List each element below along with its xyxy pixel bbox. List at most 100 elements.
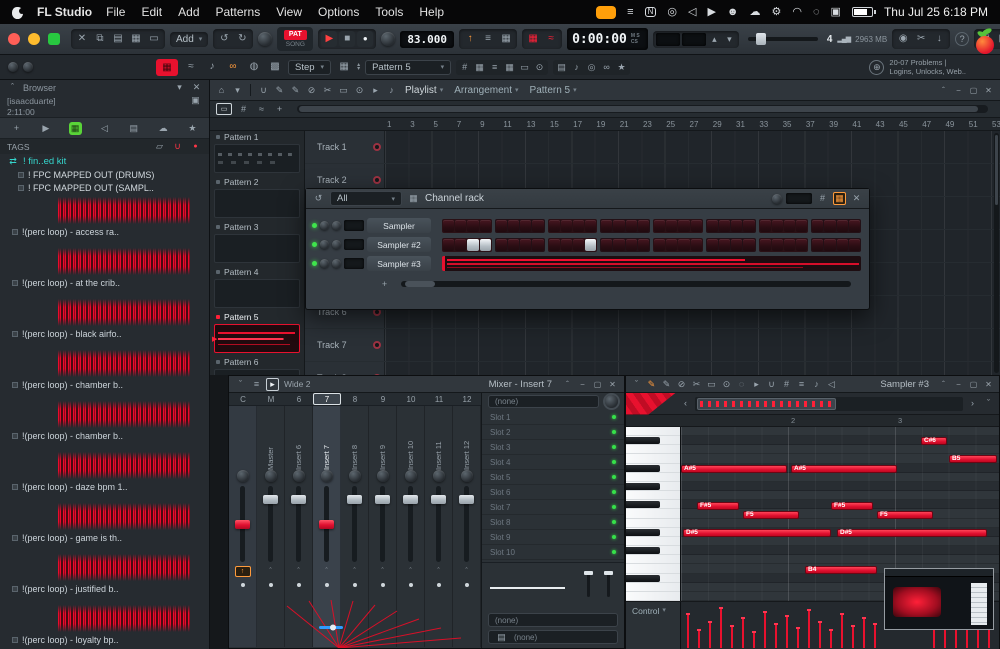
channel-filter[interactable]: All ▾ — [330, 191, 402, 206]
stamp-icon[interactable]: # — [780, 378, 793, 391]
favorites-icon[interactable]: ★ — [186, 122, 199, 135]
search-icon[interactable]: ◌ — [735, 378, 748, 391]
eq-curve[interactable] — [490, 587, 565, 589]
mixer-strip[interactable]: Insert 7 ˆ — [313, 406, 341, 647]
fader-handle[interactable] — [291, 495, 306, 504]
pencil-tool-icon[interactable]: ✎ — [645, 378, 658, 391]
track-row[interactable]: Track 7 — [305, 329, 1000, 362]
piano-note[interactable]: F#5 — [831, 502, 873, 510]
magnet-icon[interactable]: ∪ — [171, 140, 184, 153]
menubar-clock[interactable]: Thu Jul 25 6:18 PM — [884, 5, 988, 19]
kit-folder-item[interactable]: ⇄ ! fin..ed kit — [0, 154, 209, 168]
volume-knob[interactable] — [332, 259, 341, 268]
window-title[interactable]: Mixer - Insert 7 — [489, 379, 552, 390]
mute-tool-icon[interactable]: ⊘ — [675, 378, 688, 391]
mic-icon[interactable]: ◍ — [246, 59, 262, 75]
step-cell[interactable] — [719, 220, 730, 232]
piano-note[interactable]: B4 — [805, 566, 877, 574]
route-arrow-icon[interactable]: ˆ — [291, 566, 307, 577]
scroll-left-icon[interactable]: ‹ — [679, 397, 692, 410]
step-cell[interactable] — [760, 220, 771, 232]
channel-enable-led[interactable] — [312, 223, 317, 228]
record-dot-icon[interactable]: ● — [189, 140, 202, 153]
step-cell[interactable] — [626, 239, 637, 251]
note-icon[interactable]: ♪ — [810, 378, 823, 391]
target-icon[interactable]: ◎ — [585, 61, 598, 74]
apple-menu-icon[interactable] — [12, 6, 23, 19]
menu-help[interactable]: Help — [419, 5, 444, 19]
mixer-slot[interactable]: Slot 8 — [482, 515, 624, 530]
volume-fader[interactable] — [380, 486, 385, 562]
velocity-line[interactable] — [775, 624, 777, 648]
main-volume-slider[interactable] — [748, 37, 818, 41]
list-item[interactable]: !(perc loop) - chamber b.. — [0, 401, 209, 449]
quantize-icon[interactable]: ♪ — [570, 61, 583, 74]
mixer-strip[interactable]: ↑ — [229, 406, 257, 647]
mixer-strip[interactable]: Insert 12 ˆ — [453, 406, 481, 647]
piano-key-black[interactable] — [626, 529, 660, 536]
volume-fader[interactable] — [408, 486, 413, 562]
pan-knob[interactable] — [320, 221, 329, 230]
track-name[interactable]: Track 7 — [305, 329, 385, 361]
step-cell[interactable] — [707, 220, 718, 232]
pan-knob[interactable] — [265, 470, 277, 482]
minimize-button[interactable]: − — [576, 378, 589, 390]
record-button[interactable]: ● — [357, 31, 373, 47]
menu-patterns[interactable]: Patterns — [216, 5, 261, 19]
step-cell[interactable] — [772, 220, 783, 232]
mixer-track-number[interactable]: 7 — [313, 393, 341, 405]
step-grid-icon[interactable]: ▦ — [833, 192, 846, 205]
close-window-button[interactable] — [8, 33, 20, 45]
pattern-picker[interactable]: Pattern 5 — [530, 85, 571, 96]
swing-knob[interactable] — [23, 62, 33, 72]
maximize-button[interactable]: ▢ — [591, 378, 604, 390]
mixer-strip[interactable]: Master ˆ — [257, 406, 285, 647]
preview-speaker-icon[interactable]: ◁ — [825, 378, 838, 391]
eq-mini-fader[interactable] — [607, 571, 610, 597]
playlist-title[interactable]: Playlist — [405, 85, 437, 96]
track-lane[interactable] — [385, 131, 1000, 163]
step-cell[interactable] — [573, 220, 584, 232]
scrollbar-handle[interactable] — [405, 281, 435, 287]
fader-handle[interactable] — [375, 495, 390, 504]
step-cell[interactable] — [532, 220, 543, 232]
step-cell[interactable] — [812, 220, 823, 232]
help-icon[interactable]: ? — [955, 32, 969, 46]
mixer-strip[interactable]: Insert 11 ˆ — [425, 406, 453, 647]
tempo-display[interactable]: 83.000 — [400, 31, 454, 48]
step-cell[interactable] — [731, 239, 742, 251]
velocity-line[interactable] — [687, 614, 689, 648]
velocity-line[interactable] — [731, 626, 733, 648]
velocity-line[interactable] — [742, 618, 744, 648]
route-arrow-icon[interactable]: ˆ — [319, 566, 335, 577]
pattern-item[interactable]: Pattern 4 — [210, 266, 304, 308]
slot-led[interactable] — [612, 490, 616, 494]
pattern-item[interactable]: Pattern 6 — [210, 356, 304, 375]
mixer-slot[interactable]: Slot 3 — [482, 440, 624, 455]
volume-fader[interactable] — [268, 486, 273, 562]
overview-track[interactable] — [695, 397, 963, 411]
brush-tool-icon[interactable]: ✎ — [289, 84, 302, 97]
typing-keyboard-icon[interactable]: ▩ — [267, 59, 283, 75]
minimize-button[interactable]: − — [952, 84, 965, 96]
select-tool-icon[interactable]: ▭ — [705, 378, 718, 391]
pan-knob[interactable] — [237, 470, 249, 482]
pan-knob[interactable] — [320, 240, 329, 249]
list-item[interactable]: ! FPC MAPPED OUT (SAMPL.. — [0, 181, 209, 194]
step-cell[interactable] — [549, 220, 560, 232]
scissors-icon[interactable]: ✂ — [913, 31, 929, 47]
step-cell[interactable] — [743, 239, 754, 251]
step-cell[interactable] — [549, 239, 560, 251]
view-mode-icon[interactable]: ▸ — [266, 378, 279, 391]
cloud-icon[interactable]: ☁ — [750, 7, 761, 18]
maximize-button[interactable]: ▢ — [967, 378, 980, 390]
pattern-item[interactable]: Pattern 2 — [210, 176, 304, 218]
arrangement-selector[interactable]: Arrangement — [454, 85, 512, 96]
velocity-line[interactable] — [720, 608, 722, 648]
power-icon[interactable]: ◉ — [895, 31, 911, 47]
list-item[interactable]: !(perc loop) - daze bpm 1.. — [0, 452, 209, 500]
shrink-icon[interactable]: ▭ — [518, 61, 531, 74]
slice-tool-icon[interactable]: ✂ — [690, 378, 703, 391]
select-tool-icon[interactable]: ▭ — [337, 84, 350, 97]
step-cell[interactable] — [849, 239, 860, 251]
